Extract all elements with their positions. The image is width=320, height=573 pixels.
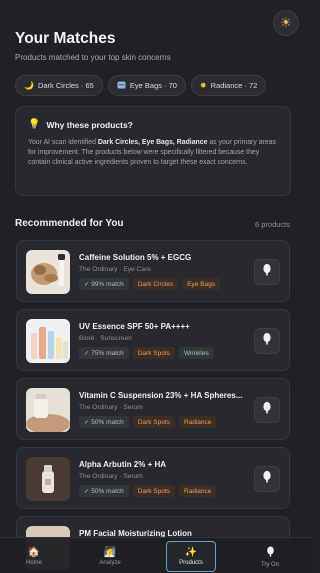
product-image [26,319,70,363]
product-tags: ✓ 99% match Dark Circles Eye Bags [79,278,221,290]
tab-products[interactable]: ✨ Products [166,541,216,572]
match-badge: ✓ 99% match [79,278,129,290]
mirror-icon [266,546,275,560]
match-badge: ✓ 75% match [79,347,129,359]
bottom-tab-bar: 🏠 Home 🧖 Analyze ✨ Products Try On [0,537,311,573]
sparkles-icon: ✨ [184,546,198,558]
page-title: Your Matches [15,30,116,47]
product-image [26,388,70,432]
product-card[interactable]: Alpha Arbutin 2% + HA The Ordinary · Ser… [16,447,290,509]
concern-chip-radiance[interactable]: ✸ Radiance · 72 [190,75,267,96]
product-count: 6 products [254,220,290,229]
mirror-icon [262,470,272,488]
product-meta: The Ordinary · Eye Care [79,266,151,273]
home-icon: 🏠 [27,546,41,558]
eye-bags-icon [117,81,126,91]
product-card[interactable]: Caffeine Solution 5% + EGCG The Ordinary… [16,240,290,302]
why-these-products-card: 💡 Why these products? Your AI scan ident… [15,106,291,196]
product-meta: The Ordinary · Serum [79,404,143,411]
lightbulb-icon: 💡 [28,119,41,130]
sparkle-icon: ✸ [199,81,207,90]
product-image [26,250,70,294]
product-image [26,457,70,501]
page-subtitle: Products matched to your top skin concer… [15,53,171,62]
chip-label: Radiance · 72 [210,81,258,90]
mirror-icon [262,263,272,281]
tab-try-on[interactable]: Try On [246,541,294,572]
try-on-button[interactable] [254,397,280,423]
tab-label: Products [179,559,203,566]
chip-label: Eye Bags · 70 [129,81,177,90]
concern-tag: Wrinkles [178,347,214,359]
match-badge: ✓ 50% match [79,416,129,428]
recommended-title: Recommended for You [15,218,124,229]
concern-tag: Radiance [178,416,217,428]
product-name: UV Essence SPF 50+ PA++++ [79,322,190,331]
sun-icon: ☀ [280,15,292,30]
try-on-button[interactable] [254,328,280,354]
tab-label: Home [25,559,42,566]
try-on-button[interactable] [254,259,280,285]
why-body-highlight: Dark Circles, Eye Bags, Radiance [97,139,208,146]
tab-label: Analyze [99,559,121,566]
product-name: Alpha Arbutin 2% + HA [79,460,167,469]
why-heading-text: Why these products? [46,119,133,130]
concern-chip-dark-circles[interactable]: 🌙 Dark Circles · 65 [15,75,103,96]
mirror-icon [262,332,272,350]
product-card[interactable]: UV Essence SPF 50+ PA++++ Bioré · Sunscr… [16,309,290,371]
tab-label: Try On [260,561,280,568]
concern-chips: 🌙 Dark Circles · 65 Eye Bags · 70 ✸ Radi… [15,75,267,96]
concern-tag: Dark Circles [132,278,179,290]
concern-chip-eye-bags[interactable]: Eye Bags · 70 [107,75,186,96]
moon-icon: 🌙 [24,81,34,90]
why-body-prefix: Your AI scan identified [28,139,98,146]
product-meta: Bioré · Sunscreen [79,335,132,342]
concern-tag: Eye Bags [182,278,221,290]
theme-toggle-button[interactable]: ☀ [273,10,299,36]
mirror-icon [262,401,272,419]
concern-tag: Dark Spots [132,347,175,359]
match-badge: ✓ 50% match [79,485,129,497]
concern-tag: Dark Spots [132,485,175,497]
product-tags: ✓ 75% match Dark Spots Wrinkles [79,347,214,359]
why-heading: 💡 Why these products? [28,119,278,130]
matches-screen: ☀ Your Matches Products matched to your … [0,0,311,573]
face-scan-icon: 🧖 [103,546,117,558]
try-on-button[interactable] [254,466,280,492]
product-meta: The Ordinary · Serum [79,473,143,480]
why-body-text: Your AI scan identified Dark Circles, Ey… [28,138,278,168]
product-name: Caffeine Solution 5% + EGCG [79,253,192,262]
chip-label: Dark Circles · 65 [37,81,94,90]
product-card[interactable]: Vitamin C Suspension 23% + HA Spheres...… [16,378,290,440]
product-tags: ✓ 50% match Dark Spots Radiance [79,416,217,428]
tab-analyze[interactable]: 🧖 Analyze [86,541,134,572]
concern-tag: Radiance [178,485,217,497]
product-name: Vitamin C Suspension 23% + HA Spheres... [79,391,243,400]
product-tags: ✓ 50% match Dark Spots Radiance [79,485,217,497]
tab-home[interactable]: 🏠 Home [10,541,58,572]
concern-tag: Dark Spots [132,416,175,428]
